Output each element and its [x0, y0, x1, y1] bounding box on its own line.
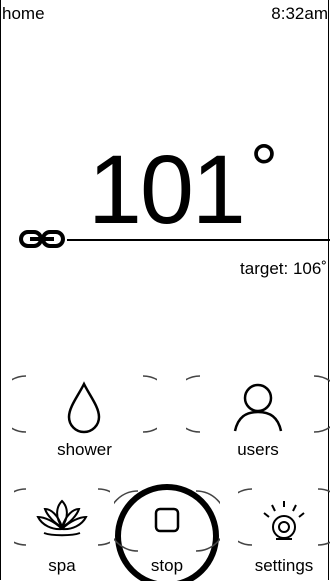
stop-square-icon — [154, 507, 180, 533]
current-temperature: 101 — [88, 135, 246, 244]
shower-label: shower — [57, 440, 112, 459]
lotus-icon — [36, 499, 88, 537]
spa-button[interactable]: spa — [14, 487, 110, 581]
light-bulb-icon — [263, 501, 305, 540]
stop-label: stop — [150, 556, 184, 575]
degree-symbol: ° — [250, 130, 278, 208]
temperature-link-bar — [19, 228, 330, 250]
user-icon — [233, 383, 283, 432]
temperature-display: 101 ° — [0, 134, 330, 244]
target-temperature: target: 106˚ — [240, 259, 327, 278]
spa-label: spa — [48, 556, 76, 575]
settings-label: settings — [254, 556, 314, 575]
divider-line — [67, 239, 330, 241]
screen-title: home — [2, 4, 45, 23]
chain-link-icon[interactable] — [19, 228, 67, 250]
status-bar: home 8:32am — [0, 0, 330, 30]
users-button[interactable]: users — [186, 372, 330, 462]
stop-button[interactable]: stop — [114, 483, 220, 581]
clock: 8:32am — [271, 4, 328, 23]
droplet-icon — [67, 381, 101, 434]
shower-button[interactable]: shower — [12, 372, 157, 462]
users-label: users — [237, 440, 279, 459]
settings-button[interactable]: settings — [238, 487, 330, 581]
